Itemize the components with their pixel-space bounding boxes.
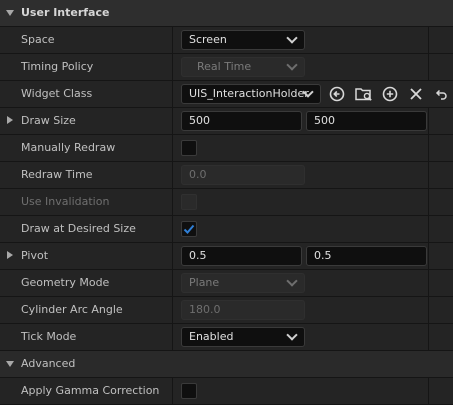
draw-at-desired-size-checkbox[interactable] xyxy=(181,221,197,237)
geometry-mode-dropdown[interactable]: Plane xyxy=(181,273,305,293)
reset-arrow-icon[interactable] xyxy=(434,86,450,102)
widget-class-picker[interactable]: UIS_InteractionHolder xyxy=(181,84,321,104)
row-pivot: Pivot 0.5 0.5 xyxy=(0,243,453,270)
collapse-arrow-icon[interactable] xyxy=(6,10,14,16)
row-label: Cylinder Arc Angle xyxy=(21,303,123,316)
checkmark-icon xyxy=(183,224,195,234)
row-label: Draw at Desired Size xyxy=(21,222,136,235)
row-label: Space xyxy=(21,33,55,46)
row-use-invalidation: Use Invalidation xyxy=(0,189,453,216)
row-cylinder-arc-angle: Cylinder Arc Angle 180.0 xyxy=(0,297,453,324)
draw-size-y-input[interactable]: 500 xyxy=(306,111,427,131)
folder-search-icon[interactable] xyxy=(355,86,372,102)
collapse-arrow-icon[interactable] xyxy=(6,361,14,367)
section-title: Advanced xyxy=(21,357,76,370)
plus-circle-icon[interactable] xyxy=(382,86,398,102)
row-label: Widget Class xyxy=(21,87,93,100)
section-advanced[interactable]: Advanced xyxy=(0,351,453,378)
section-title: User Interface xyxy=(21,6,110,19)
apply-gamma-correction-checkbox[interactable] xyxy=(181,383,197,399)
row-label: Apply Gamma Correction xyxy=(21,384,160,397)
row-widget-class: Widget Class UIS_InteractionHolder xyxy=(0,81,453,108)
cylinder-arc-angle-input[interactable]: 180.0 xyxy=(181,300,305,320)
row-geometry-mode: Geometry Mode Plane xyxy=(0,270,453,297)
row-tick-mode: Tick Mode Enabled xyxy=(0,324,453,351)
row-label: Draw Size xyxy=(21,114,76,127)
dropdown-value: Enabled xyxy=(189,330,234,343)
dropdown-value: Plane xyxy=(189,276,220,289)
row-timing-policy: Timing Policy Real Time xyxy=(0,54,453,81)
timing-policy-dropdown[interactable]: Real Time xyxy=(181,57,305,77)
draw-size-x-input[interactable]: 500 xyxy=(181,111,302,131)
row-manually-redraw: Manually Redraw xyxy=(0,135,453,162)
chevron-down-icon xyxy=(286,329,298,341)
tick-mode-dropdown[interactable]: Enabled xyxy=(181,327,305,347)
redraw-time-input[interactable]: 0.0 xyxy=(181,165,305,185)
dropdown-value: Real Time xyxy=(197,60,252,73)
space-dropdown[interactable]: Screen xyxy=(181,30,305,50)
row-label: Geometry Mode xyxy=(21,276,110,289)
chevron-down-icon xyxy=(286,32,298,44)
row-label: Pivot xyxy=(21,249,49,262)
pivot-y-input[interactable]: 0.5 xyxy=(306,246,427,266)
row-label: Manually Redraw xyxy=(21,141,116,154)
row-label: Redraw Time xyxy=(21,168,93,181)
manually-redraw-checkbox[interactable] xyxy=(181,140,197,156)
close-icon[interactable] xyxy=(408,86,424,102)
section-user-interface[interactable]: User Interface xyxy=(0,0,453,27)
pivot-x-input[interactable]: 0.5 xyxy=(181,246,302,266)
row-draw-size: Draw Size 500 500 xyxy=(0,108,453,135)
chevron-down-icon xyxy=(286,59,298,71)
arrow-left-circle-icon[interactable] xyxy=(329,86,345,102)
expand-arrow-icon[interactable] xyxy=(7,116,13,124)
dropdown-value: Screen xyxy=(189,33,227,46)
expand-arrow-icon[interactable] xyxy=(7,251,13,259)
picker-value: UIS_InteractionHolder xyxy=(189,87,309,100)
row-apply-gamma-correction: Apply Gamma Correction xyxy=(0,378,453,405)
row-draw-at-desired-size: Draw at Desired Size xyxy=(0,216,453,243)
row-redraw-time: Redraw Time 0.0 xyxy=(0,162,453,189)
use-invalidation-checkbox[interactable] xyxy=(181,194,197,210)
row-space: Space Screen xyxy=(0,27,453,54)
row-label: Use Invalidation xyxy=(21,195,110,208)
row-label: Timing Policy xyxy=(21,60,94,73)
row-label: Tick Mode xyxy=(21,330,77,343)
details-panel: User Interface Space Screen Timing Polic… xyxy=(0,0,453,405)
chevron-down-icon xyxy=(286,275,298,287)
